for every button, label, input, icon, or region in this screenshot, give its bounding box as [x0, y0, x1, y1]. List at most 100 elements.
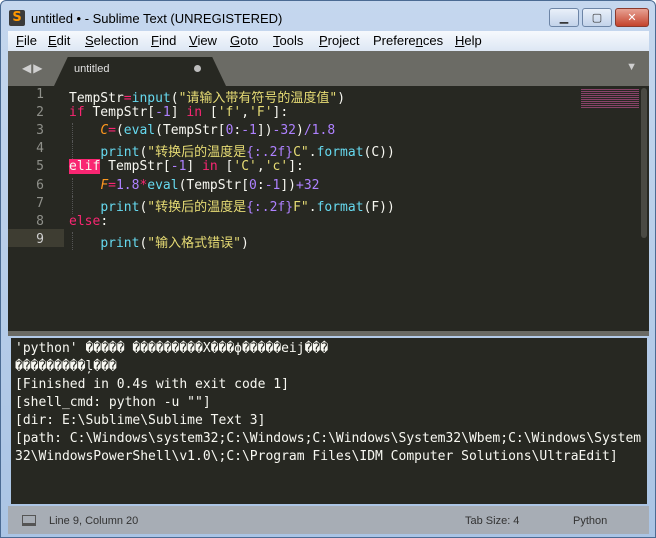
- menu-item[interactable]: Goto: [230, 33, 258, 48]
- code-token: (TempStr[: [155, 123, 226, 139]
- code-token: -1: [155, 105, 171, 121]
- code-token: C": [293, 145, 309, 161]
- code-token: (TempStr[: [178, 177, 250, 193]
- panel-toggle-icon[interactable]: [22, 515, 36, 526]
- code-token: print: [100, 199, 140, 215]
- code-line[interactable]: elif TempStr[-1] in ['C','c']:: [69, 159, 304, 175]
- code-token: in: [202, 159, 218, 175]
- code-token: input: [131, 91, 171, 106]
- menu-item[interactable]: Find: [151, 33, 176, 48]
- code-token: :: [256, 177, 265, 193]
- code-token: /1.8: [303, 123, 336, 139]
- menu-item[interactable]: Preferences: [373, 33, 443, 48]
- code-token: :: [100, 213, 109, 229]
- code-line[interactable]: print("转换后的温度是{:.2f}C".format(C)): [69, 141, 395, 160]
- code-line[interactable]: F=1.8*eval(TempStr[0:-1])+32: [69, 177, 320, 193]
- tab-nav-arrows-icon[interactable]: ◀▶: [22, 61, 44, 75]
- menu-item-text: dit: [56, 33, 71, 48]
- code-token: .: [308, 145, 317, 161]
- line-number: 3: [36, 123, 44, 139]
- code-line[interactable]: print("转换后的温度是{:.2f}F".format(F)): [69, 196, 395, 215]
- code-token: {:.2f}: [246, 199, 294, 215]
- syntax-mode[interactable]: Python: [573, 515, 607, 527]
- menu-item[interactable]: File: [16, 33, 37, 48]
- menu-item[interactable]: Tools: [273, 33, 303, 48]
- code-token: in: [186, 105, 203, 121]
- menu-item-text: n: [415, 33, 423, 48]
- code-line[interactable]: else:: [69, 214, 108, 229]
- menu-item[interactable]: Selection: [85, 33, 138, 48]
- code-token: ): [240, 235, 249, 251]
- code-token: 0: [249, 177, 257, 193]
- minimap[interactable]: [581, 89, 639, 109]
- code-token: +32: [296, 177, 320, 193]
- code-token: ]: [170, 105, 187, 121]
- code-token: C: [100, 123, 109, 139]
- code-token: -1: [241, 123, 257, 139]
- menu-bar: File Edit Selection Find View Goto Tools Projec…: [8, 31, 649, 51]
- menu-item-text: roject: [327, 33, 360, 48]
- tab-label[interactable]: untitled: [74, 63, 109, 75]
- menu-item-text: F: [151, 33, 159, 48]
- editor-scrollbar[interactable]: [641, 88, 647, 238]
- menu-item[interactable]: View: [189, 33, 217, 48]
- status-bar: Line 9, Column 20 Tab Size: 4 Python: [8, 506, 649, 534]
- minimize-button[interactable]: ▁: [549, 8, 579, 27]
- window-title: untitled • - Sublime Text (UNREGISTERED): [31, 11, 283, 26]
- tab-size[interactable]: Tab Size: 4: [465, 515, 519, 527]
- menu-item-text: oto: [240, 33, 259, 48]
- menu-item[interactable]: Edit: [48, 33, 70, 48]
- code-token: 'c': [264, 159, 289, 175]
- menu-item-text: Prefere: [373, 33, 416, 48]
- menu-item-text: iew: [197, 33, 217, 48]
- code-token: ,: [241, 105, 250, 121]
- code-token: =: [123, 91, 132, 106]
- menu-item-text: elp: [464, 33, 482, 48]
- tab-dropdown-icon[interactable]: ▼: [626, 61, 637, 73]
- code-token: print: [100, 145, 140, 161]
- code-line[interactable]: TempStr=input("请输入带有符号的温度值"): [69, 87, 345, 106]
- output-line: [dir: E:\Sublime\Sublime Text 3]: [15, 413, 266, 428]
- code-line[interactable]: C=(eval(TempStr[0:-1])-32)/1.8: [69, 123, 335, 138]
- code-token: eval: [147, 177, 179, 193]
- panel-divider[interactable]: [8, 331, 649, 336]
- code-editor[interactable]: 1 TempStr=input("请输入带有符号的温度值") 2 if TempStr…: [8, 86, 649, 331]
- close-button[interactable]: ✕: [615, 8, 649, 27]
- code-token: 'f': [217, 105, 242, 121]
- code-token: elif: [69, 159, 101, 175]
- code-token: 'F': [249, 105, 273, 121]
- code-token: -1: [264, 177, 281, 193]
- code-token: [: [202, 105, 218, 121]
- code-token: 1.8: [115, 177, 140, 193]
- menu-item-text: F: [16, 33, 24, 48]
- maximize-button[interactable]: ▢: [582, 8, 612, 27]
- code-line[interactable]: print("输入格式错误"): [69, 232, 249, 251]
- code-token: -32: [272, 123, 297, 139]
- code-token: (C)): [363, 145, 395, 161]
- code-token: if: [69, 105, 85, 121]
- code-token: F": [293, 199, 309, 215]
- menu-item[interactable]: Help: [455, 33, 482, 48]
- menu-item-text: E: [48, 33, 57, 48]
- code-line[interactable]: if TempStr[-1] in ['f','F']:: [69, 105, 288, 120]
- code-token: F: [100, 177, 109, 193]
- code-token: "转换后的温度是: [147, 145, 247, 161]
- line-number: 5: [36, 159, 44, 175]
- menu-item[interactable]: Project: [319, 33, 359, 48]
- code-token: (: [115, 123, 124, 139]
- code-token: TempStr[: [84, 105, 156, 121]
- output-line: [shell_cmd: python -u ""]: [15, 395, 211, 410]
- menu-item-text: ind: [158, 33, 177, 48]
- unsaved-dot-icon[interactable]: [194, 65, 201, 72]
- line-number: 2: [36, 105, 44, 121]
- code-token: "输入格式错误": [147, 235, 241, 251]
- menu-item-text: election: [93, 33, 139, 48]
- build-output-panel[interactable]: 'python' ����� ���������X���ϕ�����eij���…: [11, 338, 647, 504]
- menu-item-text: P: [319, 33, 328, 48]
- output-line: 'python' ����� ���������X���ϕ�����eij���: [15, 341, 329, 356]
